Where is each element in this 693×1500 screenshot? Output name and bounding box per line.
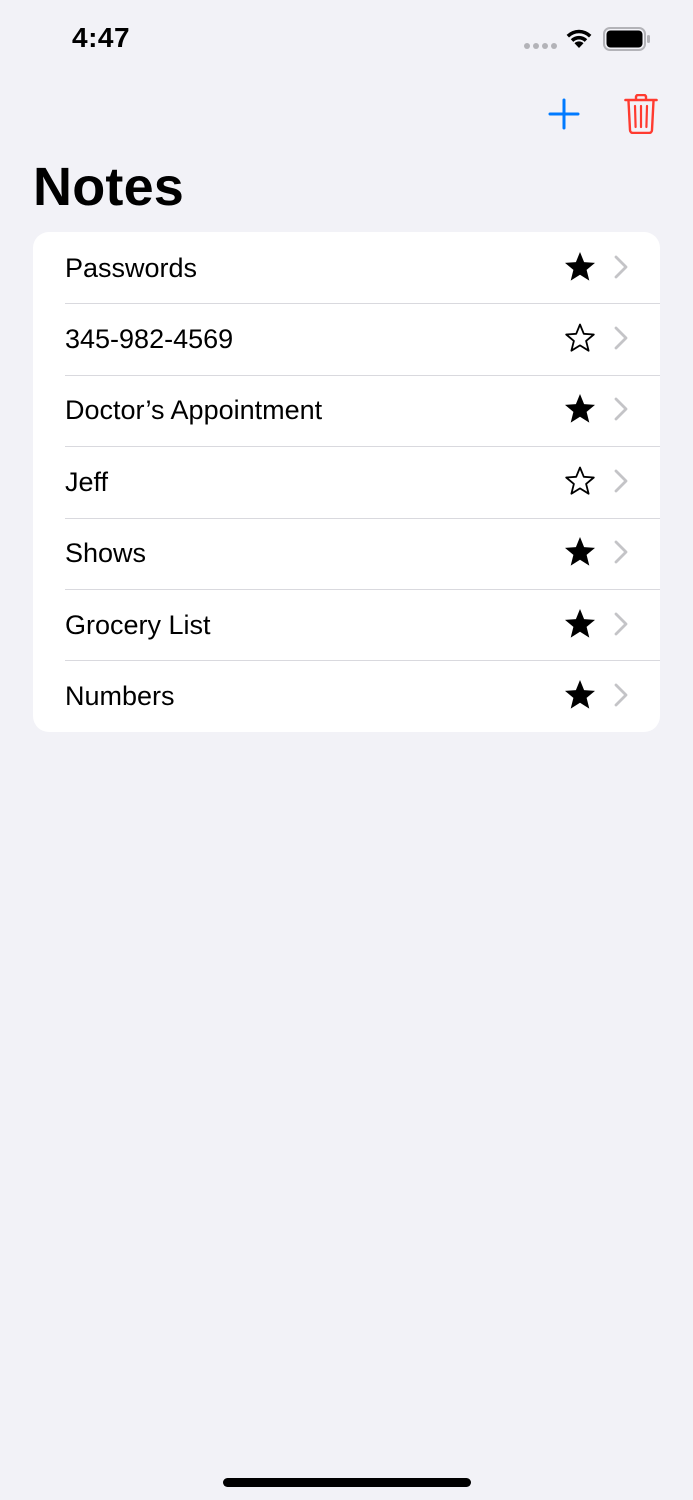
- note-title: Shows: [65, 538, 147, 569]
- chevron-right-icon: [614, 398, 628, 421]
- star-filled-icon[interactable]: [563, 678, 597, 712]
- star-filled-icon[interactable]: [563, 607, 597, 641]
- add-note-button[interactable]: [540, 90, 588, 138]
- note-title: Grocery List: [65, 609, 211, 640]
- navigation-bar: [0, 84, 693, 144]
- chevron-right-icon: [614, 540, 628, 564]
- note-title: Doctor’s Appointment: [65, 395, 323, 426]
- star-outline-icon[interactable]: [563, 464, 597, 498]
- delete-button[interactable]: [618, 88, 664, 140]
- status-time: 4:47: [72, 22, 131, 53]
- note-row[interactable]: Grocery List: [33, 588, 660, 660]
- note-row[interactable]: 345-982-4569: [33, 303, 660, 374]
- chevron-right-icon: [614, 683, 628, 707]
- plus-icon: [548, 98, 580, 130]
- note-row[interactable]: Doctor’s Appointment: [33, 374, 660, 446]
- chevron-right-icon: [614, 469, 628, 493]
- notes-list: Passwords 345-982-4569 Doctor’s Appointm…: [33, 232, 660, 732]
- note-title: Numbers: [65, 681, 175, 712]
- note-row[interactable]: Passwords: [33, 232, 660, 303]
- star-outline-icon[interactable]: [563, 321, 597, 355]
- chevron-right-icon: [614, 612, 628, 636]
- chevron-right-icon: [614, 326, 628, 350]
- note-title: 345-982-4569: [65, 324, 234, 355]
- note-row[interactable]: Numbers: [33, 660, 660, 731]
- note-title: Jeff: [65, 466, 109, 497]
- chevron-right-icon: [614, 255, 628, 279]
- page-title: Notes: [33, 157, 185, 217]
- star-filled-icon[interactable]: [563, 392, 597, 426]
- star-filled-icon[interactable]: [563, 250, 597, 284]
- wifi-icon: [566, 29, 592, 48]
- note-row[interactable]: Shows: [33, 517, 660, 589]
- home-indicator[interactable]: [223, 1478, 471, 1487]
- battery-icon: [603, 27, 650, 51]
- note-row[interactable]: Jeff: [33, 446, 660, 517]
- status-bar: 4:47: [0, 0, 693, 80]
- cellular-signal-icon: [524, 43, 558, 49]
- trash-icon: [624, 94, 658, 134]
- note-title: Passwords: [65, 252, 198, 283]
- star-filled-icon[interactable]: [563, 535, 597, 569]
